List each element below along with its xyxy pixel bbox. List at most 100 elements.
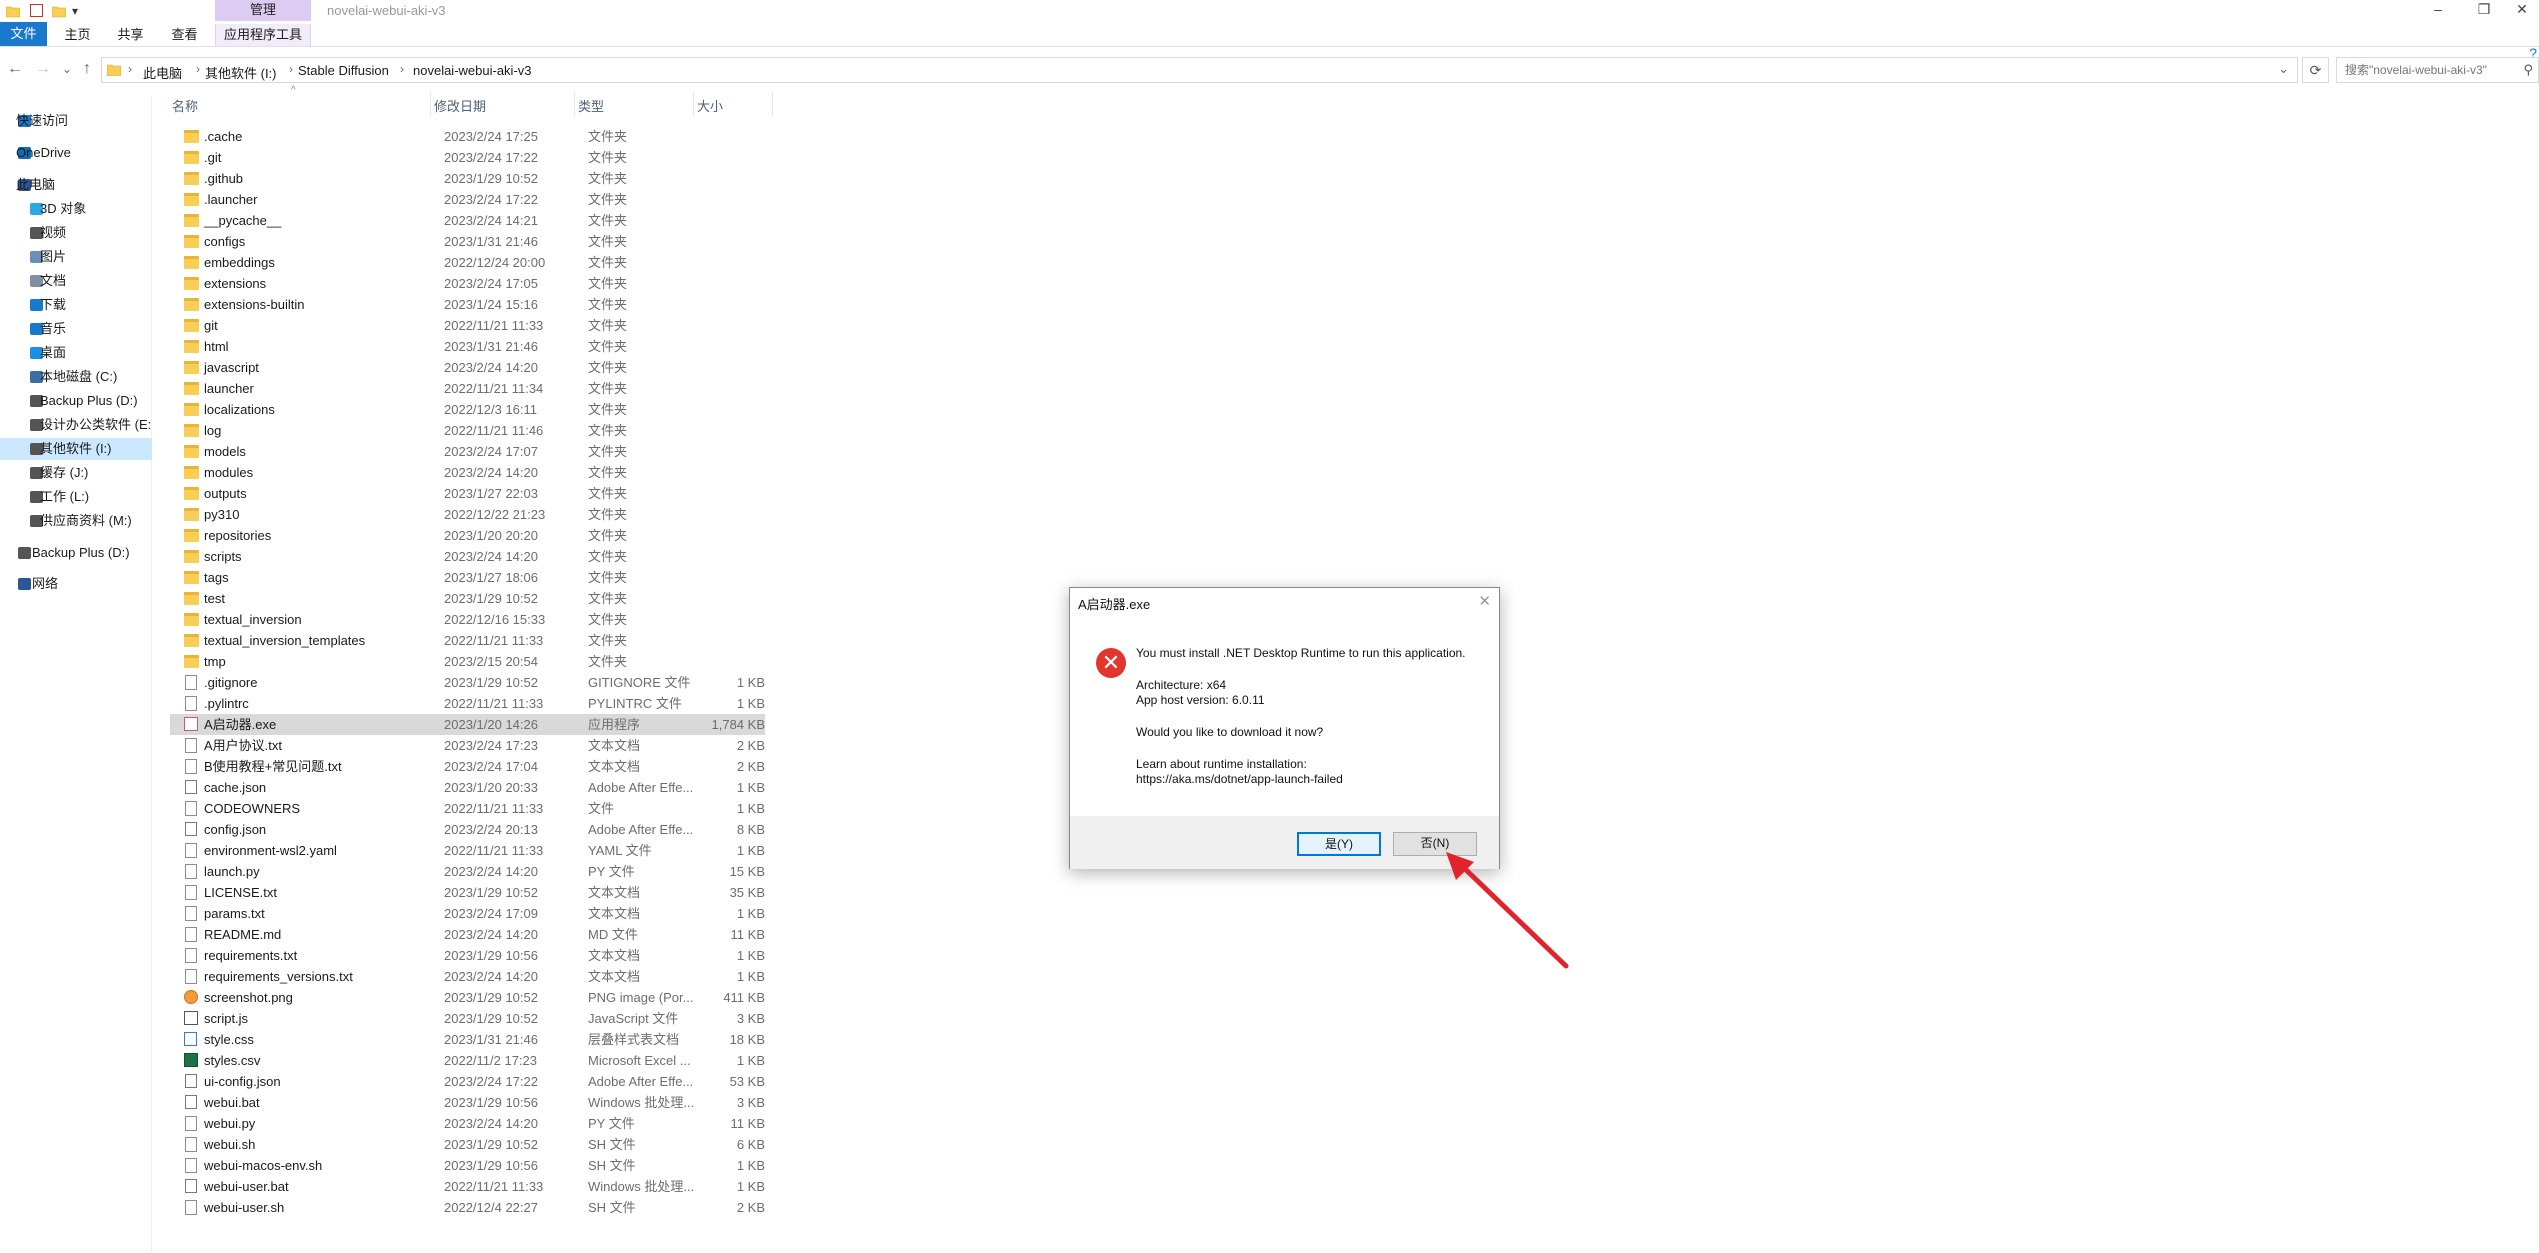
sidebar-item[interactable]: 缓存 (J:) — [0, 462, 152, 484]
minimize-button[interactable]: – — [2416, 0, 2460, 21]
column-header-type[interactable]: 类型 — [578, 96, 604, 115]
tab-file[interactable]: 文件 — [0, 22, 47, 46]
recent-locations-button[interactable]: ⌄ — [58, 60, 76, 78]
tab-app-tools[interactable]: 应用程序工具 — [215, 24, 311, 46]
tab-view[interactable]: 查看 — [162, 24, 207, 46]
dialog-link[interactable]: https://aka.ms/dotnet/app-launch-failed — [1136, 772, 1343, 786]
tab-share[interactable]: 共享 — [108, 24, 153, 46]
file-row[interactable]: CODEOWNERS 2022/11/21 11:33 文件 1 KB — [170, 798, 925, 819]
sidebar-item[interactable]: 文档 — [0, 270, 152, 292]
file-row[interactable]: webui-user.bat 2022/11/21 11:33 Windows 批处… — [170, 1176, 925, 1197]
file-row[interactable]: cache.json 2023/1/20 20:33 Adobe After Eff… — [170, 777, 925, 798]
sidebar-item[interactable]: 此电脑 — [0, 174, 152, 196]
file-row[interactable]: LICENSE.txt 2023/1/29 10:52 文本文档 35 KB — [170, 882, 925, 903]
dialog-close-button[interactable]: ✕ — [1478, 592, 1491, 610]
column-header-name[interactable]: 名称 — [172, 96, 198, 115]
search-input[interactable] — [2343, 59, 2513, 81]
file-row[interactable]: webui.sh 2023/1/29 10:52 SH 文件 6 KB — [170, 1134, 925, 1155]
customize-toolbar-icon[interactable]: ▾ — [72, 4, 78, 18]
breadcrumb-drive-i[interactable]: 其他软件 (I:) — [205, 63, 277, 82]
file-row[interactable]: .pylintrc 2022/11/21 11:33 PYLINTRC 文件 1 KB — [170, 693, 925, 714]
file-row[interactable]: modules 2023/2/24 14:20 文件夹 — [170, 462, 925, 483]
column-divider[interactable] — [772, 92, 773, 116]
file-row[interactable]: webui.bat 2023/1/29 10:56 Windows 批处理... 3 … — [170, 1092, 925, 1113]
properties-icon[interactable] — [30, 4, 43, 17]
sidebar-item[interactable]: 视频 — [0, 222, 152, 244]
sidebar-item[interactable]: 图片 — [0, 246, 152, 268]
file-row[interactable]: A启动器.exe 2023/1/20 14:26 应用程序 1,784 KB — [170, 714, 765, 735]
file-row[interactable]: launcher 2022/11/21 11:34 文件夹 — [170, 378, 925, 399]
file-row[interactable]: screenshot.png 2023/1/29 10:52 PNG image (… — [170, 987, 925, 1008]
breadcrumb-this-pc[interactable]: 此电脑 — [143, 63, 182, 82]
file-row[interactable]: script.js 2023/1/29 10:52 JavaScript 文件 3 K… — [170, 1008, 925, 1029]
file-row[interactable]: A用户协议.txt 2023/2/24 17:23 文本文档 2 KB — [170, 735, 925, 756]
file-row[interactable]: extensions-builtin 2023/1/24 15:16 文件夹 — [170, 294, 925, 315]
file-row[interactable]: configs 2023/1/31 21:46 文件夹 — [170, 231, 925, 252]
search-box[interactable]: ⚲ — [2336, 57, 2539, 83]
file-row[interactable]: tmp 2023/2/15 20:54 文件夹 — [170, 651, 925, 672]
search-icon[interactable]: ⚲ — [2523, 62, 2533, 78]
sidebar-item[interactable]: 3D 对象 — [0, 198, 152, 220]
file-row[interactable]: .github 2023/1/29 10:52 文件夹 — [170, 168, 925, 189]
file-row[interactable]: README.md 2023/2/24 14:20 MD 文件 11 KB — [170, 924, 925, 945]
file-row[interactable]: styles.csv 2022/11/2 17:23 Microsoft Excel… — [170, 1050, 925, 1071]
back-button[interactable]: ← — [6, 60, 24, 78]
sidebar-item[interactable]: 下载 — [0, 294, 152, 316]
column-header-date[interactable]: 修改日期 — [434, 96, 486, 115]
up-button[interactable]: ↑ — [78, 60, 96, 78]
sidebar-item[interactable]: 设计办公类软件 (E: — [0, 414, 152, 436]
file-row[interactable]: py310 2022/12/22 21:23 文件夹 — [170, 504, 925, 525]
file-row[interactable]: webui.py 2023/2/24 14:20 PY 文件 11 KB — [170, 1113, 925, 1134]
file-row[interactable]: .launcher 2023/2/24 17:22 文件夹 — [170, 189, 925, 210]
forward-button[interactable]: → — [34, 60, 52, 78]
file-row[interactable]: .gitignore 2023/1/29 10:52 GITIGNORE 文件 1 K… — [170, 672, 925, 693]
sidebar-item[interactable]: 网络 — [0, 573, 152, 595]
sidebar-item[interactable]: OneDrive — [0, 142, 152, 164]
sidebar-item[interactable]: 本地磁盘 (C:) — [0, 366, 152, 388]
column-header-size[interactable]: 大小 — [697, 96, 723, 115]
file-row[interactable]: test 2023/1/29 10:52 文件夹 — [170, 588, 925, 609]
file-row[interactable]: textual_inversion 2022/12/16 15:33 文件夹 — [170, 609, 925, 630]
file-row[interactable]: models 2023/2/24 17:07 文件夹 — [170, 441, 925, 462]
file-row[interactable]: git 2022/11/21 11:33 文件夹 — [170, 315, 925, 336]
address-bar[interactable]: › 此电脑 › 其他软件 (I:) › Stable Diffusion › n… — [101, 57, 2298, 83]
file-row[interactable]: B使用教程+常见问题.txt 2023/2/24 17:04 文本文档 2 KB — [170, 756, 925, 777]
file-row[interactable]: config.json 2023/2/24 20:13 Adobe After Ef… — [170, 819, 925, 840]
sidebar-item[interactable]: Backup Plus (D:) — [0, 390, 152, 412]
column-divider[interactable] — [430, 92, 431, 116]
sidebar-item[interactable]: 工作 (L:) — [0, 486, 152, 508]
file-row[interactable]: params.txt 2023/2/24 17:09 文本文档 1 KB — [170, 903, 925, 924]
file-row[interactable]: textual_inversion_templates 2022/11/21 11… — [170, 630, 925, 651]
file-row[interactable]: __pycache__ 2023/2/24 14:21 文件夹 — [170, 210, 925, 231]
column-divider[interactable] — [693, 92, 694, 116]
file-row[interactable]: scripts 2023/2/24 14:20 文件夹 — [170, 546, 925, 567]
breadcrumb-current-folder[interactable]: novelai-webui-aki-v3 — [413, 63, 532, 78]
file-row[interactable]: ui-config.json 2023/2/24 17:22 Adobe After… — [170, 1071, 925, 1092]
tab-home[interactable]: 主页 — [55, 24, 100, 46]
file-row[interactable]: outputs 2023/1/27 22:03 文件夹 — [170, 483, 925, 504]
file-row[interactable]: repositories 2023/1/20 20:20 文件夹 — [170, 525, 925, 546]
address-dropdown-icon[interactable]: ⌄ — [2278, 61, 2289, 77]
file-row[interactable]: javascript 2023/2/24 14:20 文件夹 — [170, 357, 925, 378]
file-row[interactable]: embeddings 2022/12/24 20:00 文件夹 — [170, 252, 925, 273]
file-row[interactable]: requirements_versions.txt 2023/2/24 14:20… — [170, 966, 925, 987]
folder-icon[interactable] — [6, 4, 20, 18]
file-row[interactable]: extensions 2023/2/24 17:05 文件夹 — [170, 273, 925, 294]
breadcrumb-stable-diffusion[interactable]: Stable Diffusion — [298, 63, 389, 78]
sidebar-item[interactable]: 快速访问 — [0, 110, 152, 132]
column-divider[interactable] — [574, 92, 575, 116]
file-row[interactable]: localizations 2022/12/3 16:11 文件夹 — [170, 399, 925, 420]
file-row[interactable]: .cache 2023/2/24 17:25 文件夹 — [170, 126, 925, 147]
sidebar-item[interactable]: 其他软件 (I:) — [0, 438, 152, 460]
file-row[interactable]: style.css 2023/1/31 21:46 层叠样式表文档 18 KB — [170, 1029, 925, 1050]
sidebar-item[interactable]: 供应商资料 (M:) — [0, 510, 152, 532]
sidebar-item[interactable]: Backup Plus (D:) — [0, 542, 152, 564]
refresh-button[interactable]: ⟳ — [2302, 57, 2329, 83]
file-row[interactable]: webui-user.sh 2022/12/4 22:27 SH 文件 2 KB — [170, 1197, 925, 1218]
file-row[interactable]: launch.py 2023/2/24 14:20 PY 文件 15 KB — [170, 861, 925, 882]
file-row[interactable]: environment-wsl2.yaml 2022/11/21 11:33 YAM… — [170, 840, 925, 861]
file-row[interactable]: requirements.txt 2023/1/29 10:56 文本文档 1 KB — [170, 945, 925, 966]
sidebar-item[interactable]: 桌面 — [0, 342, 152, 364]
file-row[interactable]: webui-macos-env.sh 2023/1/29 10:56 SH 文件 1 … — [170, 1155, 925, 1176]
file-row[interactable]: html 2023/1/31 21:46 文件夹 — [170, 336, 925, 357]
